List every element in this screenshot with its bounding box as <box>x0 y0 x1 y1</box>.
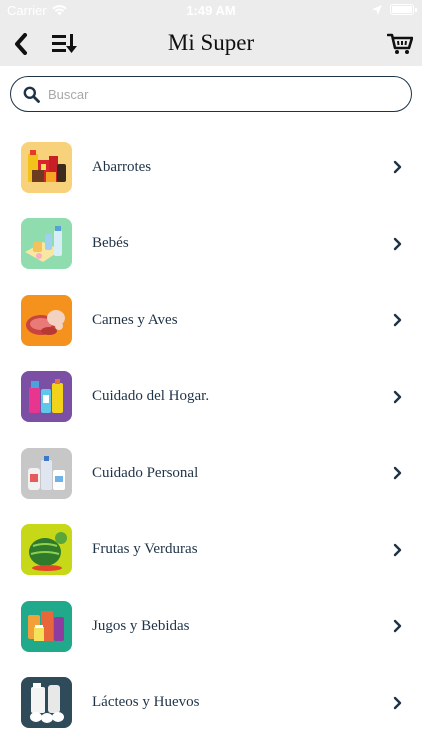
category-row-jugos[interactable]: Jugos y Bebidas <box>0 588 422 665</box>
category-label: Jugos y Bebidas <box>92 617 190 634</box>
category-label: Cuidado del Hogar. <box>92 388 210 405</box>
category-label: Lácteos y Huevos <box>92 694 200 711</box>
cart-icon <box>387 33 413 54</box>
category-row-lacteos[interactable]: Lácteos y Huevos <box>0 665 422 742</box>
chevron-right-icon <box>393 696 402 709</box>
category-label: Bebés <box>92 235 129 252</box>
category-row-frutas[interactable]: Frutas y Verduras <box>0 512 422 589</box>
nav-bar: Mi Super <box>0 22 422 66</box>
category-label: Carnes y Aves <box>92 311 178 328</box>
category-label: Frutas y Verduras <box>92 541 198 558</box>
status-bar: Carrier 1:49 AM <box>0 0 422 22</box>
category-label: Abarrotes <box>92 158 152 175</box>
chevron-right-icon <box>393 237 402 250</box>
category-row-personal[interactable]: Cuidado Personal <box>0 435 422 512</box>
clock: 1:49 AM <box>186 3 236 18</box>
category-row-hogar[interactable]: Cuidado del Hogar. <box>0 359 422 436</box>
chevron-right-icon <box>393 620 402 633</box>
watermelon-icon <box>21 524 72 576</box>
meat-icon <box>21 294 72 346</box>
category-row-carnes[interactable]: Carnes y Aves <box>0 282 422 359</box>
chevron-right-icon <box>393 467 402 480</box>
juice-icon <box>21 600 72 652</box>
page-title: Mi Super <box>167 30 255 55</box>
battery-icon <box>390 4 417 15</box>
personal-care-icon <box>21 447 72 499</box>
chevron-right-icon <box>393 161 402 174</box>
milk-eggs-icon <box>21 677 72 729</box>
category-row-abarrotes[interactable]: Abarrotes <box>0 129 422 206</box>
category-label: Cuidado Personal <box>92 464 199 481</box>
chevron-right-icon <box>393 314 402 327</box>
search-input[interactable] <box>48 86 378 102</box>
category-list: Abarrotes Bebés Carnes y Aves Cuidado de… <box>0 129 422 741</box>
groceries-icon <box>21 141 72 193</box>
cart-button[interactable] <box>386 30 414 58</box>
chevron-right-icon <box>393 543 402 556</box>
location-arrow-icon <box>372 4 382 15</box>
category-row-bebes[interactable]: Bebés <box>0 206 422 283</box>
search-bar <box>10 76 412 112</box>
cleaning-products-icon <box>21 371 72 423</box>
search-icon <box>23 86 40 103</box>
baby-bottle-icon <box>21 218 72 270</box>
chevron-right-icon <box>393 390 402 403</box>
